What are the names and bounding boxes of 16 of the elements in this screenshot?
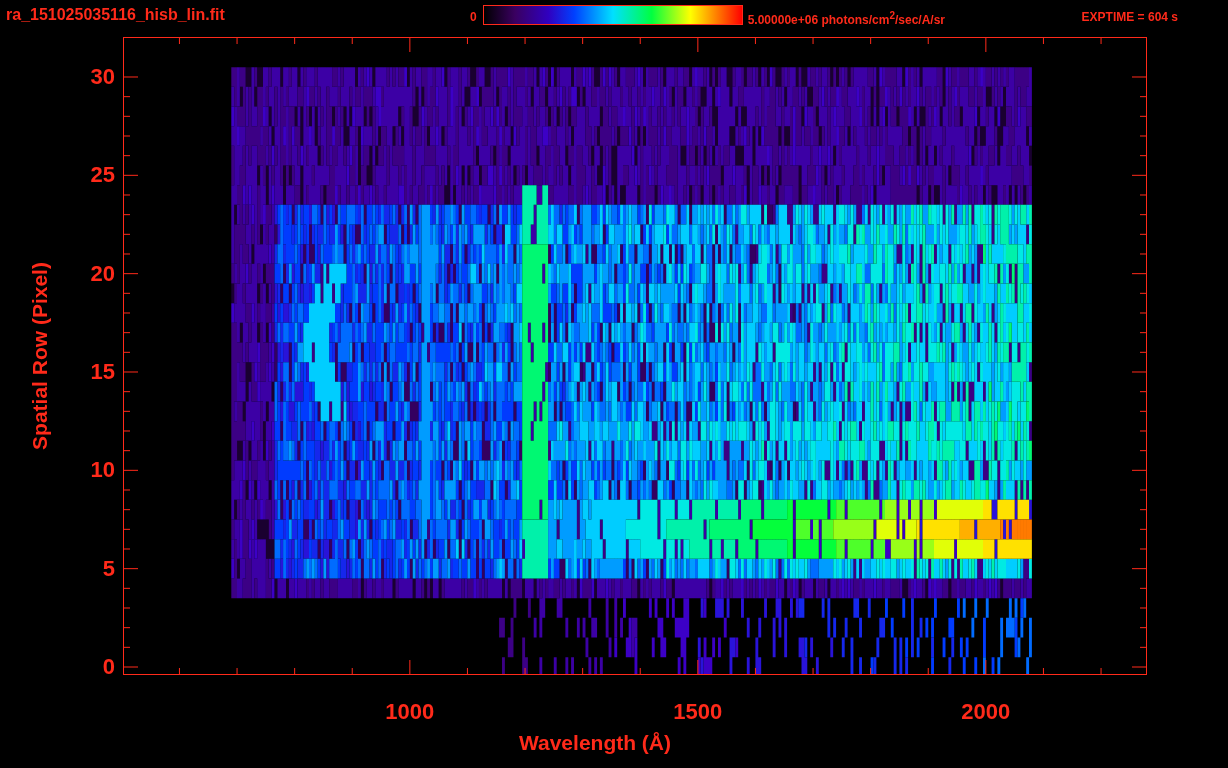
file-title: ra_151025035116_hisb_lin.fit — [6, 6, 226, 24]
y-tick-label: 30 — [90, 64, 115, 90]
y-tick-label: 0 — [102, 654, 115, 680]
y-tick-label: 15 — [90, 359, 115, 385]
y-tick-label: 20 — [90, 260, 115, 287]
x-tick-label: 1000 — [385, 699, 435, 725]
y-tick-label: 10 — [90, 457, 115, 484]
colorbar-min-label: 0 — [470, 10, 477, 24]
exposure-time: EXPTIME = 604 s — [1081, 10, 1178, 24]
x-tick-label: 1500 — [673, 699, 723, 725]
y-tick-label: 25 — [90, 162, 115, 189]
x-axis-label: Wavelength (Å) — [518, 731, 672, 755]
y-axis-label: Spatial Row (Pixel) — [28, 262, 52, 450]
x-tick-label: 2000 — [961, 699, 1011, 725]
colorbar-max-label: 5.00000e+06 photons/cm$^{2}$/sec/A/sr — [747, 10, 946, 27]
y-tick-label: 5 — [102, 555, 115, 582]
